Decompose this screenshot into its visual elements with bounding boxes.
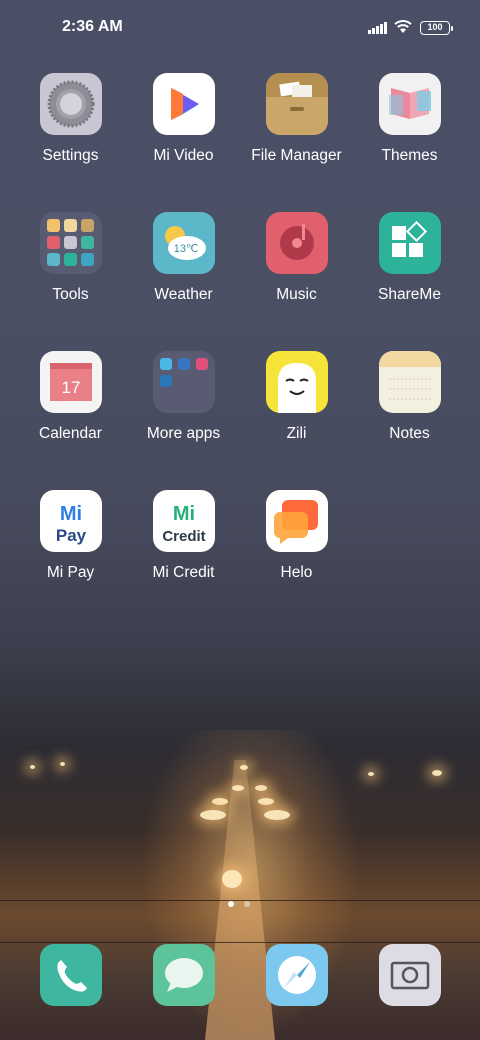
app-zili[interactable]: Zili (240, 351, 353, 443)
page-indicator (228, 901, 252, 907)
app-label: Themes (381, 147, 438, 164)
app-mi-video[interactable]: Mi Video (127, 73, 240, 165)
app-label: More apps (146, 425, 221, 442)
app-settings[interactable]: Settings (14, 73, 127, 165)
shareme-icon (378, 212, 441, 274)
app-label: Weather (154, 286, 213, 303)
app-themes[interactable]: Themes (353, 73, 466, 165)
status-time: 2:36 AM (62, 18, 123, 35)
settings-icon (39, 73, 102, 135)
page-dot (244, 901, 250, 907)
music-icon (265, 212, 328, 274)
app-calendar[interactable]: 17 Calendar (14, 351, 127, 443)
app-label: Calendar (39, 425, 102, 442)
app-label: File Manager (251, 147, 342, 164)
themes-icon (378, 73, 441, 135)
wallpaper-lamp (30, 765, 35, 769)
app-label: Zili (286, 425, 307, 442)
wallpaper-lamp (212, 798, 228, 805)
app-weather[interactable]: 13℃ Weather (127, 212, 240, 304)
mi-pay-logo-top: Mi (59, 503, 81, 525)
app-mi-pay[interactable]: Mi Pay Mi Pay (14, 490, 127, 582)
mi-video-icon (152, 73, 215, 135)
calendar-date: 17 (61, 378, 80, 397)
app-label: Mi Credit (152, 564, 215, 581)
app-tools[interactable]: Tools (14, 212, 127, 304)
wifi-icon (394, 20, 412, 33)
wallpaper-lamp (240, 765, 248, 770)
app-label: Mi Pay (46, 564, 95, 581)
app-music[interactable]: Music (240, 212, 353, 304)
dock-camera[interactable] (379, 944, 441, 1006)
wallpaper-lamp (368, 772, 374, 776)
status-bar: 2:36 AM 100 (0, 0, 480, 56)
page-dot-active (228, 901, 234, 907)
app-shareme[interactable]: ShareMe (353, 212, 466, 304)
helo-icon (265, 490, 328, 552)
wallpaper-road (205, 760, 275, 1040)
weather-temp: 13℃ (173, 243, 198, 255)
zili-icon (265, 351, 328, 413)
mi-credit-logo-top: Mi (172, 503, 194, 525)
dock-phone[interactable] (40, 944, 102, 1006)
weather-icon: 13℃ (152, 212, 215, 274)
mi-credit-logo-bottom: Credit (162, 528, 205, 545)
dock-messages[interactable] (153, 944, 215, 1006)
app-label: ShareMe (378, 286, 441, 303)
battery-icon: 100 (420, 21, 453, 35)
battery-level: 100 (427, 22, 443, 32)
camera-icon (390, 961, 430, 990)
wallpaper-lamp (232, 785, 244, 791)
phone-icon (57, 960, 87, 992)
messages-icon (165, 958, 203, 992)
app-label: Helo (280, 564, 313, 581)
tools-folder-icon (39, 212, 102, 274)
mi-pay-icon: Mi Pay (39, 490, 102, 552)
app-label: Music (276, 286, 317, 303)
app-mi-credit[interactable]: Mi Credit Mi Credit (127, 490, 240, 582)
mi-pay-logo-bottom: Pay (55, 526, 86, 545)
app-label: Notes (389, 425, 430, 442)
notes-icon (378, 351, 441, 413)
wallpaper-lamp (222, 870, 242, 888)
app-helo[interactable]: Helo (240, 490, 353, 582)
wallpaper-lamp (200, 810, 226, 820)
wallpaper-lamp (432, 770, 442, 776)
signal-icon (368, 22, 388, 34)
app-label: Tools (52, 286, 89, 303)
wallpaper-wire (0, 942, 480, 943)
more-apps-folder-icon (152, 351, 215, 413)
browser-icon (278, 956, 316, 994)
app-label: Mi Video (153, 147, 214, 164)
app-label: Settings (42, 147, 99, 164)
wallpaper-lamp (264, 810, 290, 820)
wallpaper-lamp (258, 798, 274, 805)
app-file-manager[interactable]: File Manager (240, 73, 353, 165)
app-more-apps[interactable]: More apps (127, 351, 240, 443)
app-notes[interactable]: Notes (353, 351, 466, 443)
wallpaper-lamp (255, 785, 267, 791)
dock-browser[interactable] (266, 944, 328, 1006)
wallpaper-lamp (60, 762, 65, 766)
mi-credit-icon: Mi Credit (152, 490, 215, 552)
calendar-icon: 17 (39, 351, 102, 413)
file-manager-icon (265, 73, 328, 135)
